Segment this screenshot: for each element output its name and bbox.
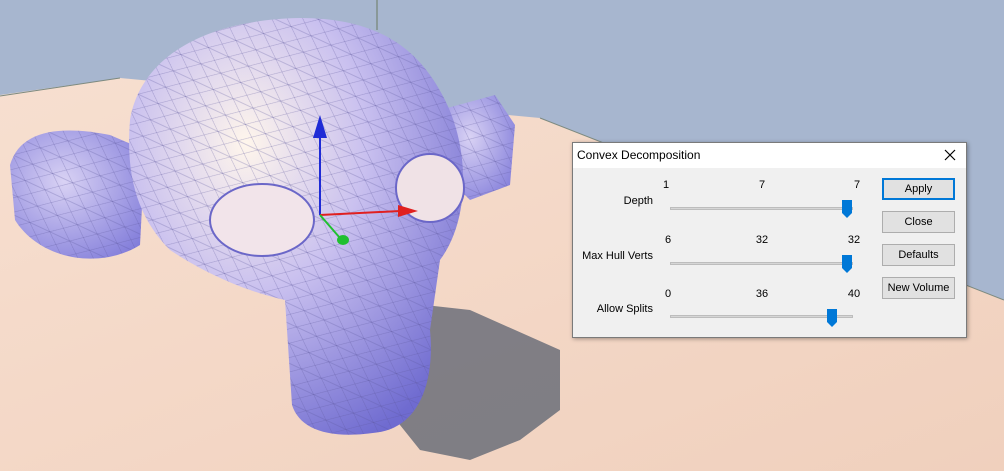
max-hull-verts-track[interactable] [670,262,853,265]
max-hull-verts-max: 32 [847,234,861,246]
dialog-title: Convex Decomposition [577,148,701,162]
max-hull-verts-value: 32 [755,234,769,246]
depth-min: 1 [662,179,670,191]
new-volume-button[interactable]: New Volume [882,277,955,299]
allow-splits-label: Allow Splits [596,303,653,315]
defaults-button[interactable]: Defaults [882,244,955,266]
left-eye [209,183,315,257]
apply-button[interactable]: Apply [882,178,955,200]
depth-max: 7 [853,179,861,191]
max-hull-verts-slider-thumb[interactable] [842,255,852,273]
dialog-titlebar[interactable]: Convex Decomposition [573,143,966,168]
close-icon[interactable] [937,145,963,165]
allow-splits-min: 0 [664,288,672,300]
allow-splits-slider-thumb[interactable] [827,309,837,327]
allow-splits-track[interactable] [670,315,853,318]
allow-splits-value: 36 [755,288,769,300]
depth-label: Depth [623,195,653,207]
depth-track[interactable] [670,207,853,210]
max-hull-verts-min: 6 [664,234,672,246]
max-hull-verts-label: Max Hull Verts [582,250,653,262]
depth-value: 7 [758,179,766,191]
convex-decomposition-dialog: Convex Decomposition 1 7 7 Depth 6 32 32… [572,142,967,338]
depth-slider-thumb[interactable] [842,200,852,218]
allow-splits-max: 40 [847,288,861,300]
close-button[interactable]: Close [882,211,955,233]
